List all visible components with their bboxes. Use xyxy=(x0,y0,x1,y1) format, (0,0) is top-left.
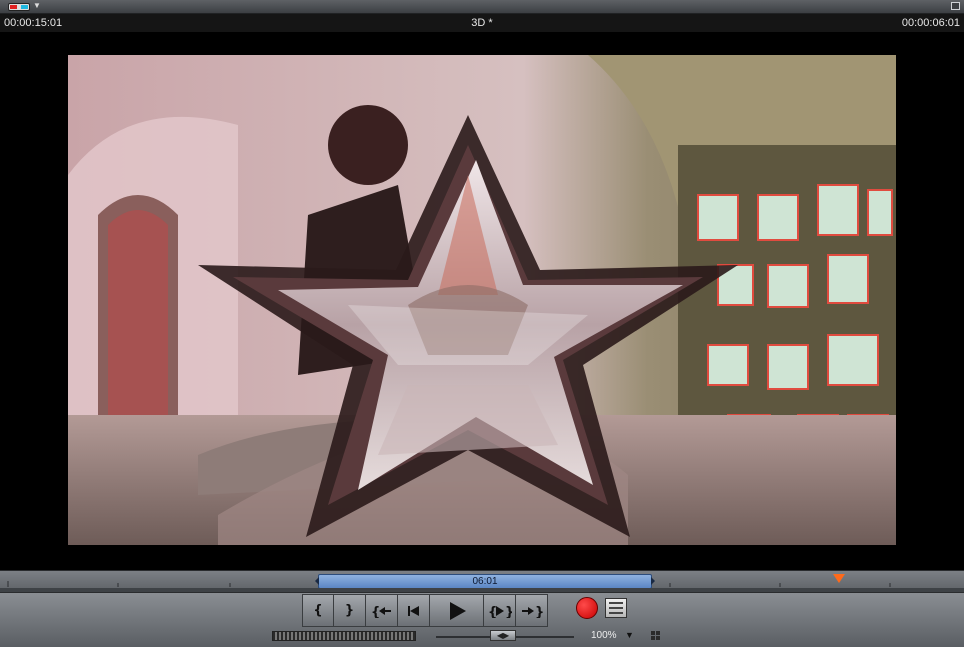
go-to-mark-in-button[interactable]: { xyxy=(366,594,398,627)
playhead-marker[interactable] xyxy=(833,574,845,583)
transport-buttons: { } { { } xyxy=(302,594,548,628)
svg-text:}: } xyxy=(505,605,512,618)
timeline-ruler[interactable]: 06:01 xyxy=(0,570,964,593)
record-icon[interactable] xyxy=(576,597,598,619)
play-icon xyxy=(449,601,466,620)
step-back-button[interactable] xyxy=(398,594,430,627)
zoom-slider-thumb[interactable]: ◀▶ xyxy=(490,630,516,641)
record-area xyxy=(576,597,627,619)
video-preview[interactable] xyxy=(0,32,964,570)
mark-in-handle[interactable] xyxy=(315,577,319,585)
svg-text:}: } xyxy=(535,605,543,618)
menu-icon[interactable] xyxy=(605,598,627,618)
duration-timecode: 00:00:06:01 xyxy=(901,17,960,29)
svg-text:{: { xyxy=(371,605,380,618)
in-out-range[interactable]: 06:01 xyxy=(315,574,655,589)
mark-in-button[interactable]: { xyxy=(302,594,334,627)
grid-view-icon[interactable] xyxy=(651,631,660,640)
mark-out-handle[interactable] xyxy=(651,577,655,585)
zoom-level[interactable]: 100% xyxy=(591,630,617,641)
mark-out-button[interactable]: } xyxy=(334,594,366,627)
go-to-mark-out-button[interactable]: } xyxy=(516,594,548,627)
play-in-to-out-icon: { } xyxy=(488,605,512,618)
step-back-icon xyxy=(407,605,419,616)
range-duration-label: 06:01 xyxy=(472,576,498,587)
project-title: 3D * xyxy=(471,17,493,29)
mark-in-label: { xyxy=(313,603,323,618)
stereo-menu-caret[interactable]: ▼ xyxy=(33,1,41,10)
title-bar: ▼ xyxy=(0,0,964,14)
play-in-to-out-button[interactable]: { } xyxy=(484,594,516,627)
play-button[interactable] xyxy=(430,594,484,627)
zoom-dropdown-caret[interactable]: ▼ xyxy=(625,630,634,640)
maximize-icon[interactable] xyxy=(951,2,960,10)
video-frame xyxy=(68,55,896,545)
jog-shuttle-wheel[interactable] xyxy=(272,631,416,641)
svg-text:{: { xyxy=(488,605,497,618)
go-to-mark-out-icon: } xyxy=(521,605,543,618)
info-bar: 00:00:15:01 3D * 00:00:06:01 xyxy=(0,14,964,32)
transport-bar: { } { { } xyxy=(0,592,964,647)
go-to-mark-in-icon: { xyxy=(371,605,391,618)
anaglyph-glasses-icon[interactable] xyxy=(8,3,30,11)
mark-out-label: } xyxy=(344,603,355,618)
